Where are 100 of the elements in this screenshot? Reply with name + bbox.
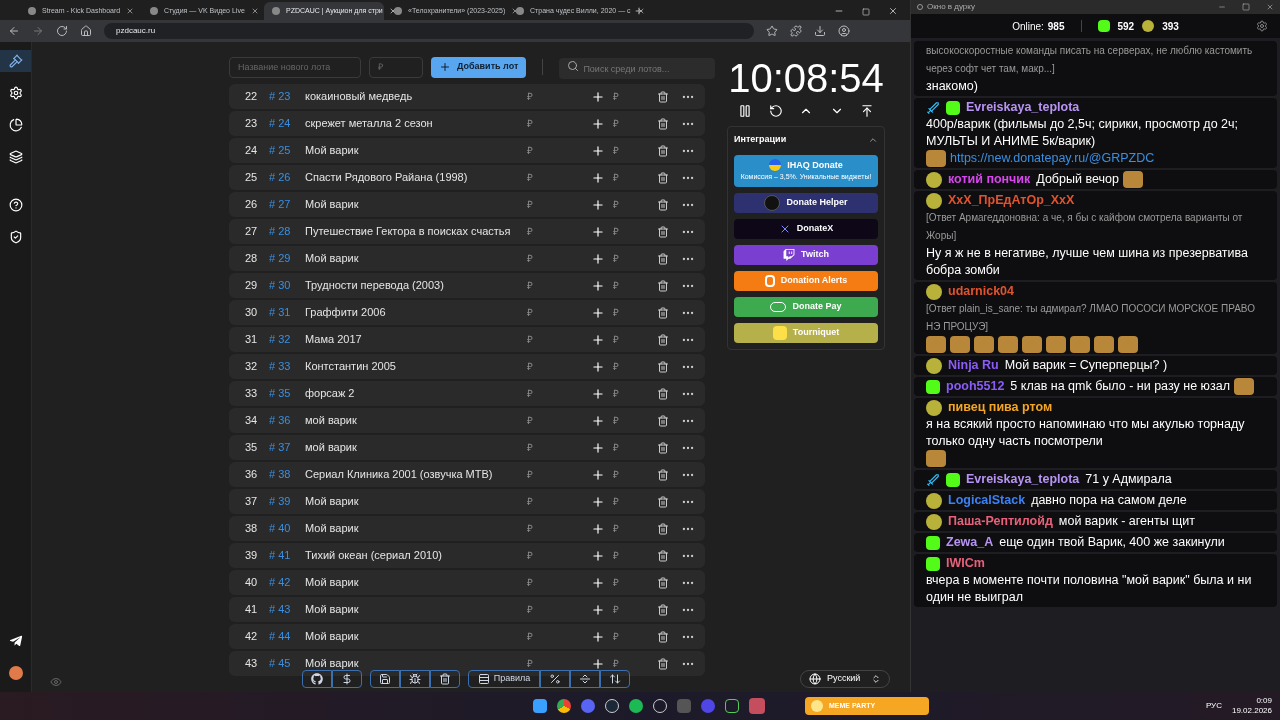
trash-icon[interactable] [657,360,669,373]
profile-icon[interactable] [838,25,850,37]
add-amount-field[interactable]: ₽ [613,575,653,590]
trash-icon[interactable] [657,603,669,616]
donate-button[interactable] [332,670,362,688]
integration-button[interactable]: Tourniquet [734,322,878,343]
close-icon[interactable] [126,7,135,15]
clear-button[interactable] [430,670,460,688]
trash-icon[interactable] [657,279,669,292]
add-icon[interactable] [591,278,605,293]
bookmark-icon[interactable] [766,25,778,37]
add-amount-field[interactable]: ₽ [613,197,653,212]
rules-button[interactable]: Правила [468,670,540,688]
add-icon[interactable] [591,386,605,401]
amount-field[interactable]: ₽ [527,602,587,617]
add-amount-field[interactable]: ₽ [613,602,653,617]
amount-field[interactable]: ₽ [527,548,587,563]
trash-icon[interactable] [657,90,669,103]
trash-icon[interactable] [657,225,669,238]
trash-icon[interactable] [657,441,669,454]
add-amount-field[interactable]: ₽ [613,359,653,374]
home-icon[interactable] [80,25,92,37]
add-amount-field[interactable]: ₽ [613,332,653,347]
maximize-icon[interactable] [862,8,870,16]
percent-button[interactable] [540,670,570,688]
close-icon[interactable] [250,7,259,15]
close-icon[interactable] [1266,3,1274,11]
add-amount-field[interactable]: ₽ [613,656,653,671]
add-icon[interactable] [591,197,605,212]
add-icon[interactable] [591,89,605,104]
amount-field[interactable]: ₽ [527,413,587,428]
chat-username[interactable]: Evreiskaya_teplota [966,99,1080,116]
add-amount-field[interactable]: ₽ [613,386,653,401]
keyboard-language[interactable]: РУС [1205,700,1222,712]
amount-field[interactable]: ₽ [527,170,587,185]
trash-icon[interactable] [657,252,669,265]
add-amount-field[interactable]: ₽ [613,440,653,455]
add-icon[interactable] [591,359,605,374]
lot-amount-field[interactable]: ₽ [369,56,423,78]
extensions-icon[interactable] [790,25,802,37]
amount-field[interactable]: ₽ [527,332,587,347]
amount-field[interactable]: ₽ [527,224,587,239]
settings-icon[interactable] [1256,20,1268,32]
chat-username[interactable]: Паша-Рептилойд [948,513,1053,530]
trash-icon[interactable] [657,117,669,130]
add-icon[interactable] [591,575,605,590]
trash-icon[interactable] [657,198,669,211]
trash-icon[interactable] [657,171,669,184]
add-icon[interactable] [591,467,605,482]
add-amount-field[interactable]: ₽ [613,494,653,509]
add-icon[interactable] [591,251,605,266]
address-field[interactable]: pzdcauc.ru [104,23,754,39]
trash-icon[interactable] [657,333,669,346]
trash-icon[interactable] [657,387,669,400]
amount-field[interactable]: ₽ [527,575,587,590]
close-icon[interactable] [388,7,397,15]
amount-field[interactable]: ₽ [527,143,587,158]
trash-icon[interactable] [657,522,669,535]
amount-field[interactable]: ₽ [527,116,587,131]
close-icon[interactable] [888,6,898,16]
add-amount-field[interactable]: ₽ [613,170,653,185]
maximize-icon[interactable] [1242,3,1250,11]
chat-username[interactable]: пивец пива ртом [948,399,1053,416]
save-button[interactable] [370,670,400,688]
amount-field[interactable]: ₽ [527,89,587,104]
integration-button[interactable]: Donation Alerts [734,270,878,291]
amount-field[interactable]: ₽ [527,629,587,644]
github-button[interactable] [302,670,332,688]
add-icon[interactable] [591,143,605,158]
chat-username[interactable]: LogicalStack [948,492,1026,509]
trash-icon[interactable] [657,414,669,427]
add-icon[interactable] [591,629,605,644]
amount-field[interactable]: ₽ [527,251,587,266]
chat-username[interactable]: Zewa_A [946,534,994,551]
telegram-icon[interactable] [8,634,23,648]
add-icon[interactable] [591,440,605,455]
download-icon[interactable] [814,25,826,37]
reset-icon[interactable] [768,104,783,118]
message-link[interactable]: https://new.donatepay.ru/@GRPZDC [950,150,1155,167]
amount-field[interactable]: ₽ [527,305,587,320]
add-amount-field[interactable]: ₽ [613,629,653,644]
amount-field[interactable]: ₽ [527,521,587,536]
add-amount-field[interactable]: ₽ [613,521,653,536]
pause-icon[interactable] [738,104,752,118]
add-amount-field[interactable]: ₽ [613,251,653,266]
trash-icon[interactable] [657,657,669,670]
add-amount-field[interactable]: ₽ [613,278,653,293]
amount-field[interactable]: ₽ [527,386,587,401]
chat-username[interactable]: Evreiskaya_teplota [966,471,1080,488]
trash-icon[interactable] [657,468,669,481]
add-amount-field[interactable]: ₽ [613,305,653,320]
trash-icon[interactable] [657,306,669,319]
trash-icon[interactable] [657,630,669,643]
add-icon[interactable] [591,413,605,428]
integration-button[interactable]: Donate Pay [734,296,878,317]
chat-username[interactable]: котий пончик [948,171,1031,188]
app-icon[interactable] [725,699,739,713]
search-field[interactable]: Поиск среди лотов... [559,58,715,80]
add-amount-field[interactable]: ₽ [613,143,653,158]
add-icon[interactable] [591,170,605,185]
